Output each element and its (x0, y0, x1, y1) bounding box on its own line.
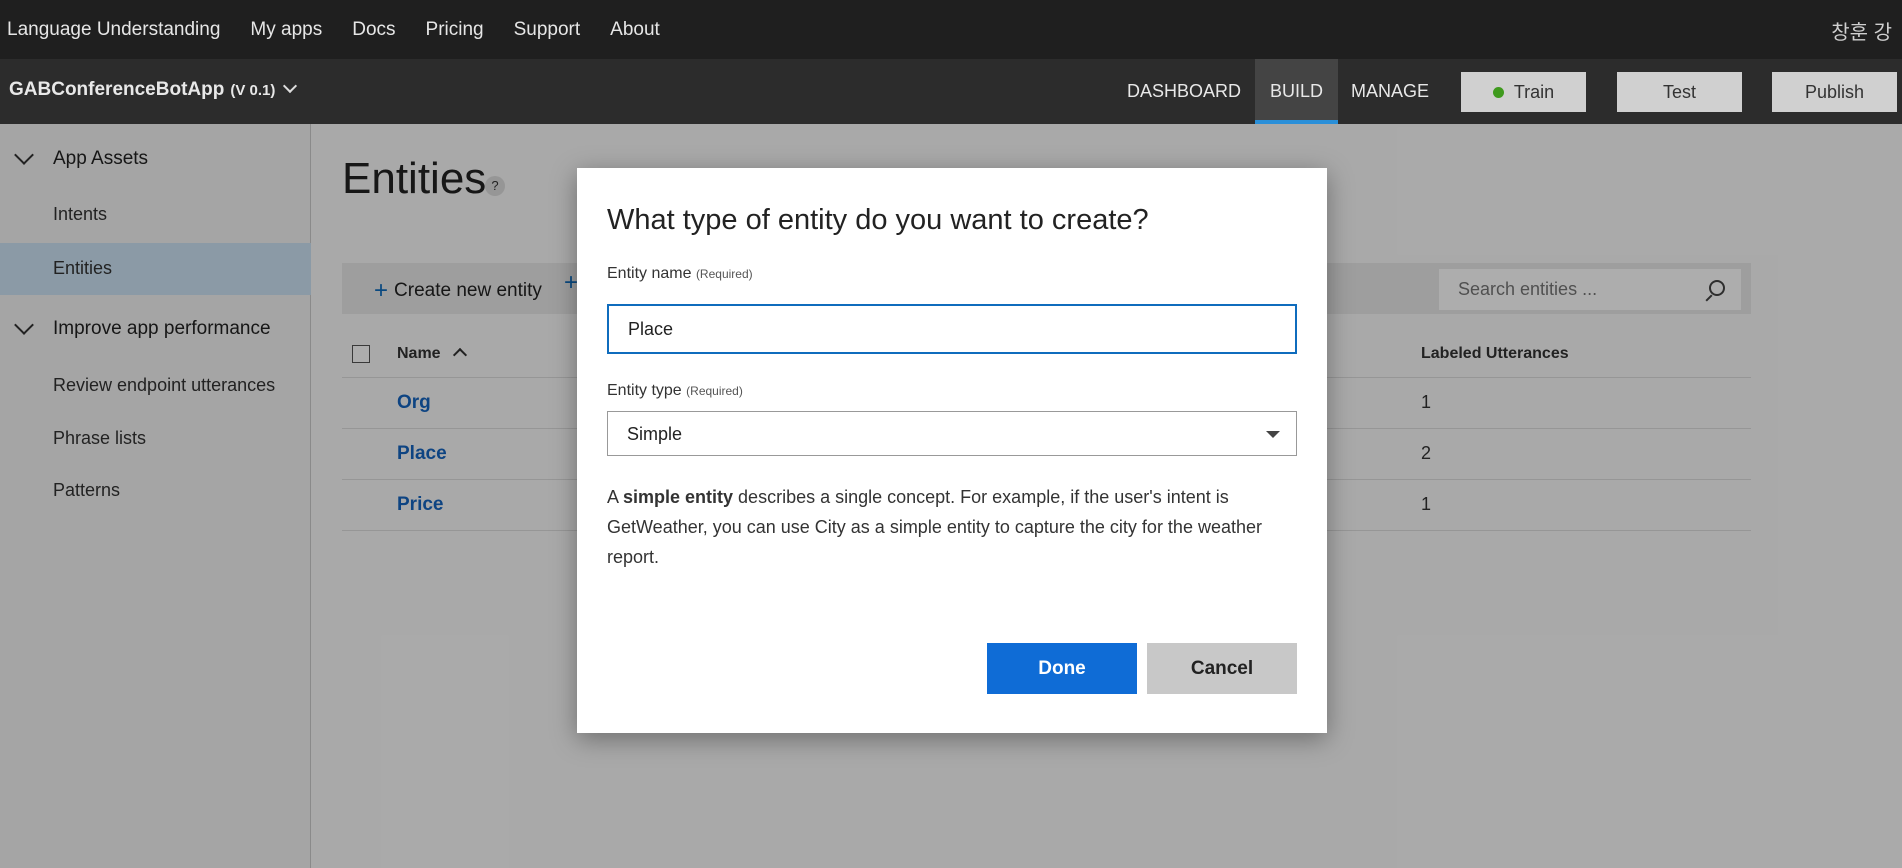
nav-docs[interactable]: Docs (352, 19, 395, 41)
nav-language-understanding[interactable]: Language Understanding (7, 19, 220, 41)
status-dot-icon (1492, 87, 1504, 98)
nav-about[interactable]: About (610, 19, 660, 41)
cancel-button[interactable]: Cancel (1147, 643, 1297, 694)
publish-button[interactable]: Publish (1772, 72, 1897, 112)
nav-my-apps[interactable]: My apps (250, 19, 322, 41)
required-hint: (Required) (686, 384, 743, 398)
app-version: (V 0.1) (230, 82, 276, 99)
nav-support[interactable]: Support (514, 19, 581, 41)
dialog-title: What type of entity do you want to creat… (607, 204, 1149, 236)
create-entity-dialog: What type of entity do you want to creat… (577, 168, 1327, 733)
desc-prefix: A (607, 487, 624, 507)
caret-down-icon (1266, 431, 1280, 438)
user-name[interactable]: 창훈 강 (1831, 16, 1892, 45)
train-button[interactable]: Train (1461, 72, 1586, 112)
entity-name-label-text: Entity name (607, 265, 692, 282)
app-switcher[interactable]: GABConferenceBotApp (V 0.1) (9, 78, 298, 101)
app-name: GABConferenceBotApp (9, 79, 225, 100)
entity-type-label: Entity type (Required) (607, 382, 743, 400)
tab-build[interactable]: BUILD (1255, 59, 1338, 124)
tab-dashboard[interactable]: DASHBOARD (1116, 59, 1252, 124)
desc-bold: simple entity (623, 487, 734, 507)
required-hint: (Required) (695, 267, 753, 281)
top-nav: Language Understanding My apps Docs Pric… (0, 0, 1902, 59)
test-button[interactable]: Test (1617, 72, 1742, 112)
done-button[interactable]: Done (987, 643, 1137, 694)
train-label: Train (1513, 82, 1555, 102)
tab-manage[interactable]: MANAGE (1340, 59, 1440, 124)
entity-name-label: Entity name (Required) (607, 265, 753, 283)
chevron-down-icon (283, 78, 298, 94)
entity-name-input[interactable] (607, 304, 1297, 354)
app-bar: GABConferenceBotApp (V 0.1) DASHBOARD BUI… (0, 59, 1902, 124)
entity-type-value: Simple (627, 424, 683, 444)
entity-type-label-text: Entity type (607, 382, 682, 399)
nav-pricing[interactable]: Pricing (426, 19, 484, 41)
entity-type-select[interactable]: Simple (607, 411, 1297, 456)
entity-type-description: A simple entity describes a single conce… (607, 482, 1302, 572)
